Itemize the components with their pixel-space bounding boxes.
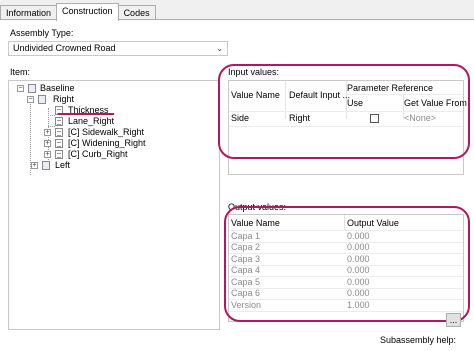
tree-node-label: Baseline — [40, 83, 75, 93]
subassembly-help-button[interactable]: ... — [446, 313, 461, 327]
subassembly-icon — [55, 117, 63, 126]
tree-node-label: [C] Sidewalk_Right — [68, 127, 145, 137]
subassembly-icon — [55, 150, 63, 159]
annotation-underline — [58, 113, 114, 115]
group-icon — [38, 95, 46, 104]
tree-node-label: [C] Widening_Right — [68, 138, 146, 148]
tree-node-label: Lane_Right — [68, 116, 115, 126]
construction-panel: Assembly Type: Undivided Crowned Road ⌄ … — [0, 19, 474, 351]
annotation-outline-input — [218, 64, 470, 159]
expand-icon[interactable]: + — [44, 140, 51, 147]
tree-node-label: Right — [53, 94, 75, 104]
item-label: Item: — [10, 67, 31, 77]
group-icon — [42, 161, 50, 170]
chevron-down-icon: ⌄ — [216, 44, 223, 53]
expand-icon[interactable]: + — [31, 162, 38, 169]
assembly-type-value: Undivided Crowned Road — [13, 43, 116, 53]
subassembly-icon — [55, 139, 63, 148]
tab-strip: Information Construction Codes — [0, 3, 156, 21]
annotation-outline-output — [224, 206, 470, 322]
tree-node-label: Left — [55, 160, 71, 170]
subassembly-icon — [55, 128, 63, 137]
assembly-type-select[interactable]: Undivided Crowned Road ⌄ — [8, 41, 228, 56]
tab-construction[interactable]: Construction — [56, 3, 119, 21]
tree-node-label: [C] Curb_Right — [68, 149, 128, 159]
baseline-icon — [28, 84, 36, 93]
collapse-icon[interactable]: − — [27, 96, 34, 103]
expand-icon[interactable]: + — [44, 129, 51, 136]
item-tree[interactable]: − Baseline − Right Thickness Lane_Right … — [8, 80, 220, 330]
expand-icon[interactable]: + — [44, 151, 51, 158]
subassembly-help-label: Subassembly help: — [380, 335, 457, 345]
collapse-icon[interactable]: − — [17, 85, 24, 92]
assembly-type-label: Assembly Type: — [10, 28, 74, 38]
